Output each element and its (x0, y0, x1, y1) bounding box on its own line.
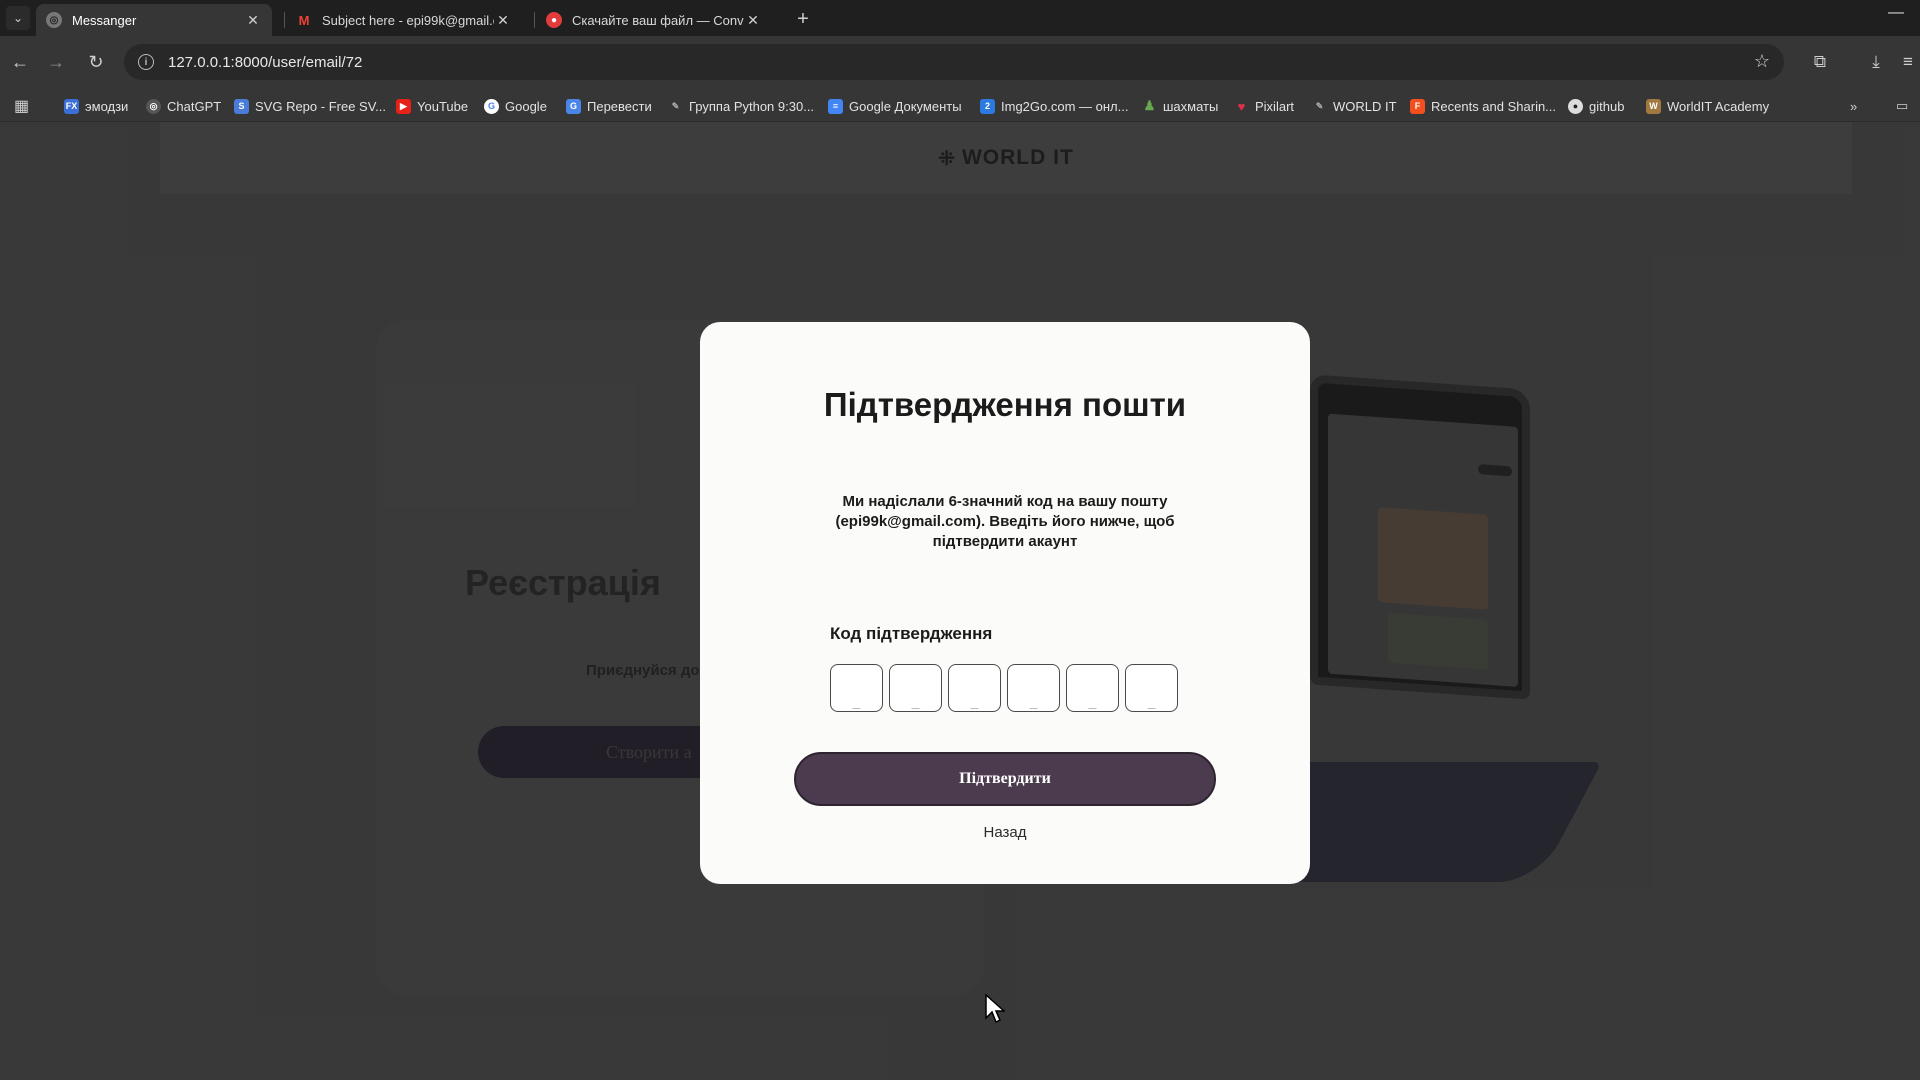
bookmark-label: Google Документы (849, 98, 962, 114)
browser-tab-strip: ⌄ ◎ Messanger ✕ M Subject here - epi99k@… (0, 0, 1920, 36)
worldit-icon: W (1646, 98, 1661, 114)
svgrepo-icon: S (234, 98, 249, 114)
bookmark-item[interactable]: ♥ Pixilart (1234, 96, 1294, 116)
bookmark-item[interactable]: FX эмодзи (64, 96, 128, 116)
tab-title: Скачайте ваш файл — Conver (572, 12, 744, 28)
bookmark-item[interactable]: ▶ YouTube (396, 96, 468, 116)
code-digit-2[interactable]: _ (889, 664, 942, 712)
bookmark-label: эмодзи (85, 98, 129, 114)
bookmark-item[interactable]: 2 Img2Go.com — онл... (980, 96, 1128, 116)
feather-icon: ✎ (671, 100, 680, 111)
code-digit-3[interactable]: _ (948, 664, 1001, 712)
email-verification-modal: Підтвердження пошти Ми надіслали 6-значн… (700, 322, 1310, 884)
bookmarks-bar: ▦ FX эмодзи ◎ ChatGPT S SVG Repo - Free SV.… (0, 88, 1920, 122)
bookmark-item[interactable]: ♟ шахматы (1142, 96, 1219, 116)
close-icon[interactable]: ✕ (494, 12, 512, 29)
menu-icon[interactable]: ≡ (1896, 50, 1920, 74)
tab-convertio[interactable]: ● Скачайте ваш файл — Conver ✕ (536, 4, 772, 36)
tab-title: Messanger (72, 12, 137, 28)
bookmark-label: Google (505, 98, 547, 114)
bookmark-item[interactable]: S SVG Repo - Free SV... (234, 96, 386, 116)
extensions-icon[interactable]: ⧉ (1808, 50, 1832, 74)
modal-message: Ми надіслали 6-значний код на вашу пошту… (835, 493, 1175, 550)
confirm-button[interactable]: Підтвердити (794, 752, 1216, 806)
bookmark-label: Группа Python 9:30... (689, 98, 815, 114)
forward-icon[interactable]: → (42, 48, 70, 76)
code-digit-6[interactable]: _ (1125, 664, 1178, 712)
bookmark-label: Recents and Sharin... (1431, 98, 1557, 114)
img2go-icon: 2 (980, 98, 995, 114)
page-content: ⁜ WORLD IT Реєстрація А Приєднуйся до Ст… (0, 122, 1920, 1080)
new-tab-button[interactable]: + (790, 6, 816, 32)
reload-icon[interactable]: ↻ (82, 48, 110, 76)
bookmark-label: WorldIT Academy (1667, 98, 1770, 114)
bookmark-item[interactable]: ◎ ChatGPT (146, 96, 221, 116)
folder-icon[interactable]: ▭ (1896, 96, 1908, 116)
bookmark-label: github (1589, 98, 1625, 114)
site-info-icon[interactable]: i (138, 54, 154, 70)
tab-messanger[interactable]: ◎ Messanger ✕ (36, 4, 272, 36)
bookmark-label: Img2Go.com — онл... (1001, 98, 1129, 114)
bookmark-label: шахматы (1163, 98, 1219, 114)
tab-title: Subject here - epi99k@gmail.co (322, 12, 494, 28)
tab-separator (534, 12, 535, 28)
code-label: Код підтвердження (830, 624, 993, 643)
code-digit-4[interactable]: _ (1007, 664, 1060, 712)
apps-icon[interactable]: ▦ (14, 96, 29, 116)
close-icon[interactable]: ✕ (244, 12, 262, 29)
tab-gmail[interactable]: M Subject here - epi99k@gmail.co ✕ (286, 4, 522, 36)
close-icon[interactable]: ✕ (744, 12, 762, 29)
bookmark-label: Pixilart (1255, 98, 1295, 114)
youtube-icon: ▶ (396, 98, 411, 114)
docs-icon: ≡ (828, 98, 843, 114)
minimize-icon[interactable]: — (1888, 4, 1904, 22)
code-digit-5[interactable]: _ (1066, 664, 1119, 712)
chatgpt-icon: ◎ (146, 98, 161, 114)
tab-separator (284, 12, 285, 28)
bookmark-item[interactable]: ✎ Группа Python 9:30... (668, 96, 814, 116)
modal-title: Підтвердження пошти (823, 386, 1187, 423)
mouse-cursor-icon (985, 994, 1005, 1024)
address-bar[interactable]: i 127.0.0.1:8000/user/email/72 ☆ (124, 44, 1784, 80)
url-text: 127.0.0.1:8000/user/email/72 (168, 53, 363, 71)
github-icon: ● (1568, 98, 1583, 114)
bookmark-label: YouTube (417, 98, 469, 114)
browser-toolbar: ← → ↻ i 127.0.0.1:8000/user/email/72 ☆ ⧉… (0, 36, 1920, 88)
chess-icon: ♟ (1143, 98, 1156, 113)
bookmark-label: SVG Repo - Free SV... (255, 98, 387, 114)
feather-icon: ✎ (1315, 100, 1324, 111)
back-icon[interactable]: ← (6, 48, 34, 76)
globe-icon: ◎ (46, 12, 62, 28)
google-icon: G (484, 98, 499, 114)
convertio-icon: ● (546, 12, 562, 28)
star-icon[interactable]: ☆ (1754, 51, 1770, 72)
bookmark-label: WORLD IT (1333, 98, 1397, 114)
bookmark-item[interactable]: ≡ Google Документы (828, 96, 962, 116)
bookmark-item[interactable]: ● github (1568, 96, 1624, 116)
bookmark-label: Перевести (587, 98, 652, 114)
tab-search-button[interactable]: ⌄ (6, 6, 30, 30)
more-bookmarks-icon[interactable]: » (1850, 96, 1857, 116)
translate-icon: G (566, 98, 581, 114)
figma-icon: F (1410, 98, 1425, 114)
bookmark-item[interactable]: W WorldIT Academy (1646, 96, 1769, 116)
bookmark-item[interactable]: G Перевести (566, 96, 652, 116)
download-icon[interactable]: ⤓ (1864, 50, 1888, 74)
fx-icon: FX (64, 98, 79, 114)
bookmark-label: ChatGPT (167, 98, 222, 114)
bookmark-item[interactable]: G Google (484, 96, 547, 116)
bookmark-item[interactable]: F Recents and Sharin... (1410, 96, 1556, 116)
heart-icon: ♥ (1237, 98, 1246, 114)
gmail-icon: M (298, 12, 310, 28)
code-digit-1[interactable]: _ (830, 664, 883, 712)
back-link[interactable]: Назад (700, 824, 1310, 841)
code-inputs: _ _ _ _ _ _ (830, 664, 1178, 712)
bookmark-item[interactable]: ✎ WORLD IT (1312, 96, 1397, 116)
